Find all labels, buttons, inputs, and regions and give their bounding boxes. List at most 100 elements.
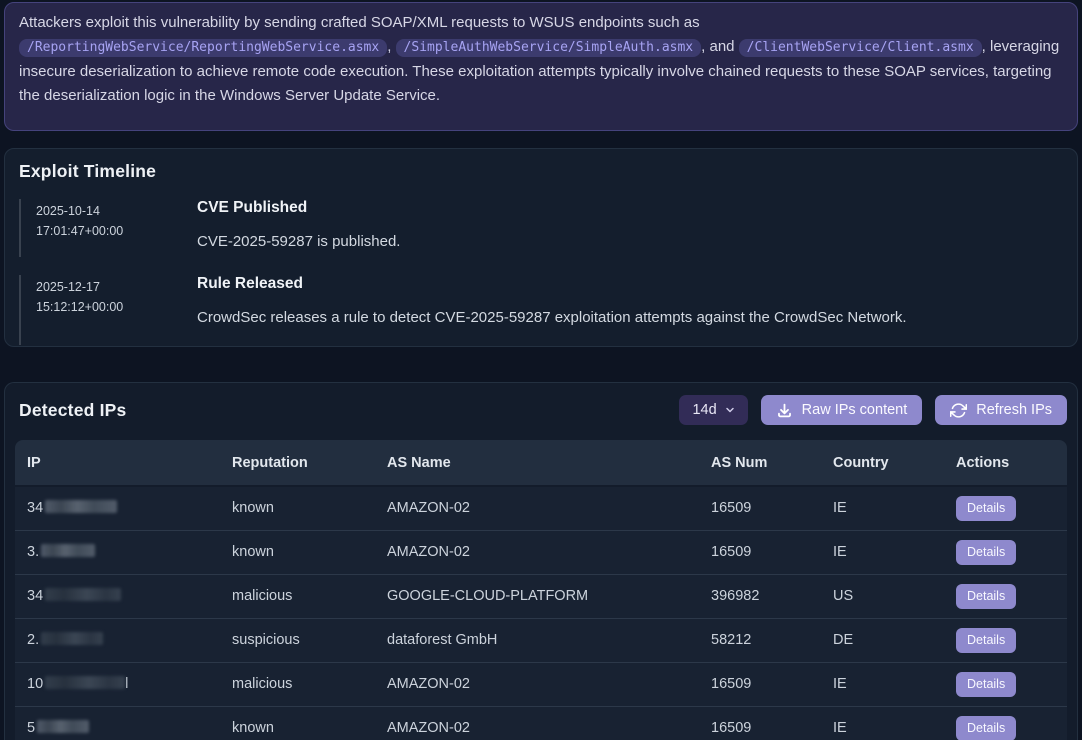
- table-row: 10 l malicious AMAZON-02 16509 IE Details: [15, 662, 1067, 706]
- reputation-cell: known: [220, 706, 375, 740]
- timeline-event-description: CrowdSec releases a rule to detect CVE-2…: [197, 309, 1067, 326]
- detected-ips-table: IP Reputation AS Name AS Num Country Act…: [15, 440, 1067, 740]
- as-name-cell: GOOGLE-CLOUD-PLATFORM: [375, 574, 699, 618]
- country-cell: IE: [821, 486, 944, 530]
- as-num-cell: 16509: [699, 706, 821, 740]
- as-name-cell: AMAZON-02: [375, 662, 699, 706]
- endpoint-path-simpleauth: /SimpleAuthWebService/SimpleAuth.asmx: [396, 39, 702, 57]
- details-button[interactable]: Details: [956, 496, 1016, 521]
- actions-cell: Details: [944, 662, 1067, 706]
- raw-ips-content-button[interactable]: Raw IPs content: [761, 395, 923, 425]
- timeline-event-date: 2025-12-17: [36, 277, 197, 297]
- as-name-cell: AMAZON-02: [375, 706, 699, 740]
- as-name-cell: AMAZON-02: [375, 486, 699, 530]
- refresh-ips-label: Refresh IPs: [976, 402, 1052, 418]
- timeline-event-cve-published: 2025-10-14 17:01:47+00:00 CVE Published …: [19, 199, 1067, 257]
- details-button[interactable]: Details: [956, 672, 1016, 697]
- detected-ips-controls: 14d Raw IPs content Refresh IPs: [679, 395, 1067, 425]
- refresh-ips-button[interactable]: Refresh IPs: [935, 395, 1067, 425]
- reputation-cell: known: [220, 486, 375, 530]
- ip-cell: 2.: [15, 618, 220, 662]
- detected-ips-header: Detected IPs 14d Raw IPs content Refresh…: [15, 395, 1067, 425]
- ip-cell: 5: [15, 706, 220, 740]
- reputation-cell: known: [220, 530, 375, 574]
- actions-cell: Details: [944, 706, 1067, 740]
- exploit-timeline-title: Exploit Timeline: [15, 161, 1067, 182]
- as-num-cell: 58212: [699, 618, 821, 662]
- actions-cell: Details: [944, 574, 1067, 618]
- timeline-event-rule-released: 2025-12-17 15:12:12+00:00 Rule Released …: [19, 275, 1067, 345]
- raw-ips-content-label: Raw IPs content: [802, 402, 908, 418]
- as-name-cell: dataforest GmbH: [375, 618, 699, 662]
- timeline-event-title: CVE Published: [197, 199, 1067, 217]
- reputation-cell: malicious: [220, 574, 375, 618]
- download-icon: [776, 402, 793, 419]
- redacted-ip-block: [45, 676, 125, 689]
- ip-visible-part: 2.: [27, 632, 39, 648]
- country-cell: IE: [821, 662, 944, 706]
- column-header-ip: IP: [15, 440, 220, 486]
- country-cell: DE: [821, 618, 944, 662]
- table-row: 34 malicious GOOGLE-CLOUD-PLATFORM 39698…: [15, 574, 1067, 618]
- chevron-down-icon: [724, 404, 736, 416]
- details-button[interactable]: Details: [956, 540, 1016, 565]
- as-num-cell: 16509: [699, 530, 821, 574]
- column-header-reputation: Reputation: [220, 440, 375, 486]
- details-button[interactable]: Details: [956, 628, 1016, 653]
- period-select[interactable]: 14d: [679, 395, 747, 425]
- redacted-ip-block: [45, 588, 121, 601]
- table-row: 34 known AMAZON-02 16509 IE Details: [15, 486, 1067, 530]
- timeline-event-body: CVE Published CVE-2025-59287 is publishe…: [197, 199, 1067, 257]
- timeline-event-time: 17:01:47+00:00: [36, 221, 197, 241]
- column-header-country: Country: [821, 440, 944, 486]
- exploit-timeline-card: Exploit Timeline 2025-10-14 17:01:47+00:…: [4, 148, 1078, 347]
- column-header-actions: Actions: [944, 440, 1067, 486]
- ip-visible-part: 5: [27, 720, 35, 736]
- actions-cell: Details: [944, 530, 1067, 574]
- vulnerability-description: Attackers exploit this vulnerability by …: [15, 11, 1067, 108]
- vulnerability-description-card: Attackers exploit this vulnerability by …: [4, 2, 1078, 131]
- country-cell: IE: [821, 530, 944, 574]
- table-row: 5 known AMAZON-02 16509 IE Details: [15, 706, 1067, 740]
- reputation-cell: malicious: [220, 662, 375, 706]
- details-button[interactable]: Details: [956, 584, 1016, 609]
- ip-suffix-part: l: [125, 676, 128, 692]
- detected-ips-title: Detected IPs: [19, 400, 126, 421]
- country-cell: US: [821, 574, 944, 618]
- ip-cell: 3.: [15, 530, 220, 574]
- as-num-cell: 16509: [699, 662, 821, 706]
- as-num-cell: 16509: [699, 486, 821, 530]
- redacted-ip-block: [41, 632, 103, 645]
- timeline-event-datetime: 2025-10-14 17:01:47+00:00: [36, 199, 197, 257]
- endpoint-path-clientwebservice: /ClientWebService/Client.asmx: [739, 39, 982, 57]
- as-num-cell: 396982: [699, 574, 821, 618]
- redacted-ip-block: [37, 720, 89, 733]
- timeline-event-title: Rule Released: [197, 275, 1067, 293]
- ip-visible-part: 34: [27, 500, 43, 516]
- details-button[interactable]: Details: [956, 716, 1016, 740]
- table-row: 3. known AMAZON-02 16509 IE Details: [15, 530, 1067, 574]
- timeline-event-description: CVE-2025-59287 is published.: [197, 233, 1067, 250]
- reputation-cell: suspicious: [220, 618, 375, 662]
- column-header-as-num: AS Num: [699, 440, 821, 486]
- ip-visible-part: 10: [27, 676, 43, 692]
- timeline-event-datetime: 2025-12-17 15:12:12+00:00: [36, 275, 197, 345]
- country-cell: IE: [821, 706, 944, 740]
- as-name-cell: AMAZON-02: [375, 530, 699, 574]
- timeline-event-time: 15:12:12+00:00: [36, 297, 197, 317]
- description-intro: Attackers exploit this vulnerability by …: [19, 14, 700, 31]
- table-row: 2. suspicious dataforest GmbH 58212 DE D…: [15, 618, 1067, 662]
- column-header-as-name: AS Name: [375, 440, 699, 486]
- description-separator: , and: [701, 38, 739, 55]
- redacted-ip-block: [45, 500, 117, 513]
- description-separator: ,: [387, 38, 395, 55]
- refresh-icon: [950, 402, 967, 419]
- detected-ips-card: Detected IPs 14d Raw IPs content Refresh…: [4, 382, 1078, 740]
- table-header-row: IP Reputation AS Name AS Num Country Act…: [15, 440, 1067, 486]
- endpoint-path-reportingwebservice: /ReportingWebService/ReportingWebService…: [19, 39, 387, 57]
- ip-visible-part: 34: [27, 588, 43, 604]
- actions-cell: Details: [944, 618, 1067, 662]
- timeline-event-body: Rule Released CrowdSec releases a rule t…: [197, 275, 1067, 345]
- timeline-event-date: 2025-10-14: [36, 201, 197, 221]
- ip-cell: 34: [15, 574, 220, 618]
